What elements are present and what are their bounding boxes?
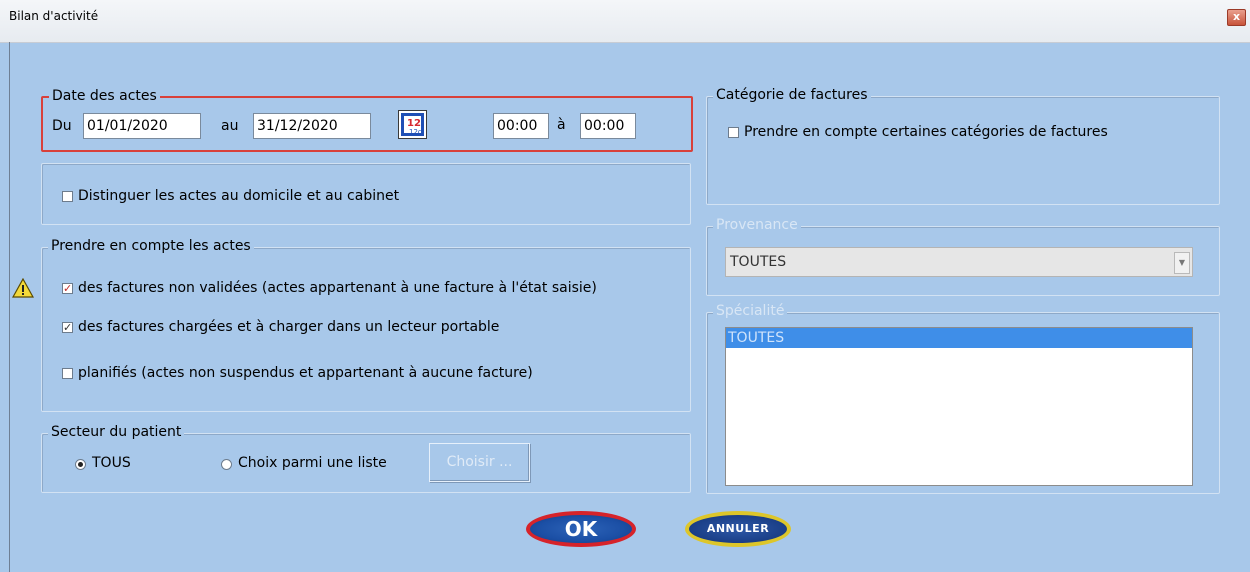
categorie-group: Catégorie de factures [706,87,1220,205]
acts-group-legend: Prendre en compte les actes [48,238,254,254]
categorie-group-legend: Catégorie de factures [713,87,871,103]
date-group-legend: Date des actes [49,88,160,104]
close-button[interactable]: x [1227,9,1246,26]
acts-checkbox-planned[interactable] [62,368,73,379]
secteur-label-all: TOUS [92,455,131,471]
choose-button[interactable]: Choisir ... [429,443,530,482]
categorie-label: Prendre en compte certaines catégories d… [744,124,1108,140]
provenance-group-legend: Provenance [713,217,801,233]
specialite-group-legend: Spécialité [713,303,788,319]
time-to-input[interactable]: 00:00 [580,113,636,139]
secteur-radio-all[interactable] [75,459,86,470]
provenance-select[interactable]: TOUTES ▼ [725,247,1193,277]
close-icon: x [1232,10,1241,23]
acts-label-unvalidated: des factures non validées (actes apparte… [78,280,597,296]
window-title: Bilan d'activité [9,9,99,23]
date-to-input[interactable]: 31/12/2020 [253,113,371,139]
secteur-group-legend: Secteur du patient [48,424,185,440]
cancel-button[interactable]: ANNULER [685,511,791,547]
calendar-icon-sub: 12c [409,128,422,136]
time-from-input[interactable]: 00:00 [493,113,549,139]
acts-label-portable: des factures chargées et à charger dans … [78,319,500,335]
acts-checkbox-portable[interactable]: ✓ [62,322,73,333]
date-from-input[interactable]: 01/01/2020 [83,113,201,139]
window-border [9,42,10,572]
categorie-checkbox[interactable] [728,127,739,138]
du-label: Du [52,118,72,134]
time-separator: à [557,117,566,133]
acts-checkbox-unvalidated[interactable]: ✓ [62,283,73,294]
secteur-radio-list[interactable] [221,459,232,470]
calendar-icon: 12 12c [404,116,422,136]
specialite-list-item[interactable]: TOUTES [726,328,1192,348]
distinguish-label: Distinguer les actes au domicile et au c… [78,188,400,204]
chevron-down-icon[interactable]: ▼ [1174,252,1190,274]
provenance-select-value: TOUTES [730,254,787,270]
calendar-button[interactable]: 12 12c [398,110,427,139]
distinguish-checkbox[interactable] [62,191,73,202]
secteur-label-list: Choix parmi une liste [238,455,387,471]
warning-icon [12,278,34,298]
title-bar: Bilan d'activité x [0,0,1250,43]
acts-label-planned: planifiés (actes non suspendus et appart… [78,365,533,381]
ok-button[interactable]: OK [526,511,636,547]
dialog-window: Bilan d'activité x Date des actes Du 01/… [0,0,1250,572]
specialite-listbox[interactable]: TOUTES [725,327,1193,486]
au-label: au [221,118,239,134]
